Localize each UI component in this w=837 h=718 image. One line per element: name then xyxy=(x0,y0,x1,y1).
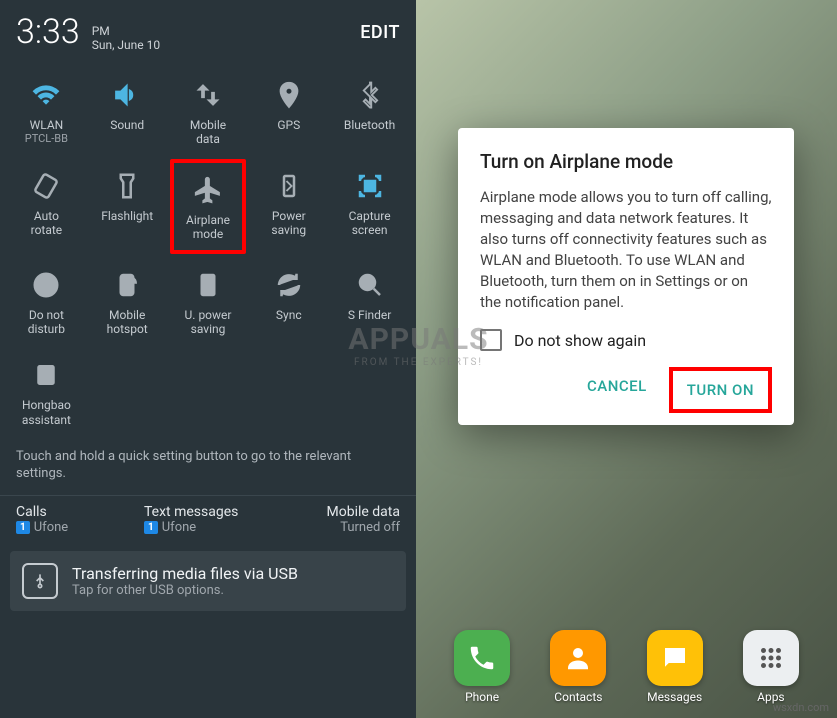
envelope-icon xyxy=(27,356,65,394)
tile-airplane-mode[interactable]: Airplane mode xyxy=(170,159,247,254)
data-icon xyxy=(189,76,227,114)
tile-label: Airplane mode xyxy=(186,213,230,242)
dock-label: Contacts xyxy=(554,690,602,704)
quick-settings-grid: WLAN PTCL-BB Sound Mobile data GPS xyxy=(0,56,416,439)
settings-hint: Touch and hold a quick setting button to… xyxy=(0,439,416,493)
mobiledata-title: Mobile data xyxy=(327,504,400,520)
tile-label: Auto rotate xyxy=(31,209,63,238)
tile-capture-screen[interactable]: Capture screen xyxy=(331,159,408,254)
tile-label: Bluetooth xyxy=(344,118,395,132)
hotspot-icon xyxy=(108,266,146,304)
calls-badge: 1 xyxy=(16,521,30,534)
checkbox-icon[interactable] xyxy=(480,329,502,351)
tile-label: Sound xyxy=(110,118,144,132)
checkbox-label: Do not show again xyxy=(514,331,646,350)
tile-power-saving[interactable]: Power saving xyxy=(250,159,327,254)
tile-label: Capture screen xyxy=(349,209,391,238)
dialog-body: Airplane mode allows you to turn off cal… xyxy=(480,187,772,313)
tile-label: Hongbao assistant xyxy=(22,398,71,427)
tile-label: Mobile hotspot xyxy=(107,308,148,337)
tile-s-finder[interactable]: S Finder xyxy=(331,258,408,345)
tile-mobile-hotspot[interactable]: Mobile hotspot xyxy=(89,258,166,345)
dock-phone[interactable]: Phone xyxy=(454,630,510,704)
dock: Phone Contacts Messages Apps xyxy=(416,630,837,704)
mobiledata-sub: Turned off xyxy=(340,520,400,535)
battery-recycle-icon xyxy=(270,167,308,205)
dnd-icon xyxy=(27,266,65,304)
sound-icon xyxy=(108,76,146,114)
edit-button[interactable]: EDIT xyxy=(360,22,400,43)
tile-u-power-saving[interactable]: U. power saving xyxy=(170,258,247,345)
flashlight-icon xyxy=(108,167,146,205)
tile-bluetooth[interactable]: Bluetooth xyxy=(331,68,408,155)
dock-contacts[interactable]: Contacts xyxy=(550,630,606,704)
airplane-mode-dialog: Turn on Airplane mode Airplane mode allo… xyxy=(458,128,794,425)
tile-label: Mobile data xyxy=(190,118,226,147)
dock-label: Messages xyxy=(647,690,702,704)
notification-shade: 3:33 PM Sun, June 10 EDIT WLAN PTCL-BB S… xyxy=(0,0,416,718)
wifi-icon xyxy=(27,76,65,114)
tile-label: WLAN xyxy=(30,118,64,132)
tile-label: S Finder xyxy=(348,308,391,322)
texts-title: Text messages xyxy=(144,504,272,520)
tile-do-not-disturb[interactable]: Do not disturb xyxy=(8,258,85,345)
battery-icon xyxy=(189,266,227,304)
usb-subtitle: Tap for other USB options. xyxy=(72,583,298,598)
calls-title: Calls xyxy=(16,504,144,520)
tile-sound[interactable]: Sound xyxy=(89,68,166,155)
usb-title: Transferring media files via USB xyxy=(72,564,298,583)
tile-auto-rotate[interactable]: Auto rotate xyxy=(8,159,85,254)
tile-label: Do not disturb xyxy=(28,308,65,337)
cancel-button[interactable]: CANCEL xyxy=(573,367,661,413)
tile-label: Sync xyxy=(276,308,302,322)
usb-icon xyxy=(22,563,58,599)
dock-apps[interactable]: Apps xyxy=(743,630,799,704)
clock-time: 3:33 xyxy=(16,12,80,52)
clock-ampm: PM xyxy=(92,24,160,38)
dock-messages[interactable]: Messages xyxy=(647,630,703,704)
bluetooth-icon xyxy=(351,76,389,114)
tile-hongbao-assistant[interactable]: Hongbao assistant xyxy=(8,348,85,435)
tile-label: Power saving xyxy=(271,209,306,238)
tile-label: Flashlight xyxy=(101,209,153,223)
notification-summary[interactable]: Calls 1 Ufone Text messages 1 Ufone Mobi… xyxy=(0,498,416,545)
divider xyxy=(0,495,416,496)
tile-sublabel: PTCL-BB xyxy=(25,132,68,145)
search-icon xyxy=(351,266,389,304)
tile-gps[interactable]: GPS xyxy=(250,68,327,155)
texts-sub: 1 Ufone xyxy=(144,520,272,535)
clock-date: Sun, June 10 xyxy=(92,38,160,52)
dialog-title: Turn on Airplane mode xyxy=(480,150,772,173)
turn-on-button[interactable]: TURN ON xyxy=(669,367,772,413)
usb-notification[interactable]: Transferring media files via USB Tap for… xyxy=(10,551,406,611)
tile-label: GPS xyxy=(277,118,300,132)
dont-show-again-row[interactable]: Do not show again xyxy=(480,329,772,351)
tile-label: U. power saving xyxy=(185,308,232,337)
tile-flashlight[interactable]: Flashlight xyxy=(89,159,166,254)
capture-icon xyxy=(351,167,389,205)
calls-sub: 1 Ufone xyxy=(16,520,144,535)
rotate-icon xyxy=(27,167,65,205)
sync-icon xyxy=(270,266,308,304)
tile-sync[interactable]: Sync xyxy=(250,258,327,345)
status-bar: 3:33 PM Sun, June 10 EDIT xyxy=(0,0,416,56)
tile-wlan[interactable]: WLAN PTCL-BB xyxy=(8,68,85,155)
dock-label: Phone xyxy=(465,690,499,704)
tile-mobile-data[interactable]: Mobile data xyxy=(170,68,247,155)
texts-badge: 1 xyxy=(144,521,158,534)
site-credit: wsxdn.com xyxy=(773,701,829,714)
location-icon xyxy=(270,76,308,114)
airplane-icon xyxy=(189,171,227,209)
home-screen: Turn on Airplane mode Airplane mode allo… xyxy=(416,0,837,718)
